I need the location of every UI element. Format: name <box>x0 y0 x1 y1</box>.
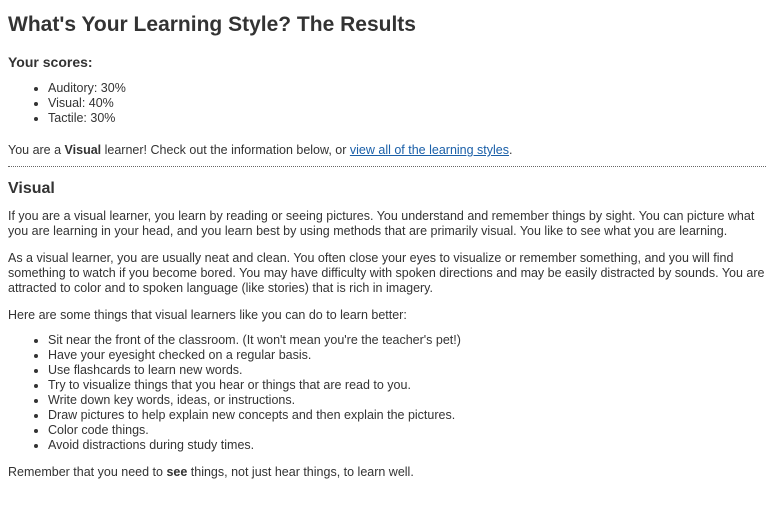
closing-suffix: things, not just hear things, to learn w… <box>187 465 414 479</box>
section-divider <box>8 166 766 167</box>
tip-item: Avoid distractions during study times. <box>48 438 766 453</box>
scores-list: Auditory: 30% Visual: 40% Tactile: 30% <box>8 81 766 126</box>
section-heading: Visual <box>8 180 55 197</box>
page-title: What's Your Learning Style? The Results <box>8 13 416 36</box>
result-style: Visual <box>64 143 102 157</box>
scores-heading: Your scores: <box>8 54 93 70</box>
description-paragraph-1: If you are a visual learner, you learn b… <box>8 209 755 238</box>
score-item-auditory: Auditory: 30% <box>48 81 766 96</box>
result-suffix: . <box>509 143 513 157</box>
description-paragraph-2: As a visual learner, you are usually nea… <box>8 251 765 295</box>
tips-list: Sit near the front of the classroom. (It… <box>8 333 766 453</box>
closing-remark: Remember that you need to see things, no… <box>8 465 766 480</box>
result-summary: You are a Visual learner! Check out the … <box>8 143 766 158</box>
score-item-visual: Visual: 40% <box>48 96 766 111</box>
tip-item: Write down key words, ideas, or instruct… <box>48 393 766 408</box>
closing-emphasis: see <box>166 465 188 479</box>
results-page: What's Your Learning Style? The Results … <box>0 0 774 480</box>
tip-item: Sit near the front of the classroom. (It… <box>48 333 766 348</box>
tip-item: Color code things. <box>48 423 766 438</box>
tips-intro: Here are some things that visual learner… <box>8 308 407 322</box>
score-item-tactile: Tactile: 30% <box>48 111 766 126</box>
closing-prefix: Remember that you need to <box>8 465 167 479</box>
tip-item: Try to visualize things that you hear or… <box>48 378 766 393</box>
tip-item: Use flashcards to learn new words. <box>48 363 766 378</box>
view-all-styles-link[interactable]: view all of the learning styles <box>350 143 509 157</box>
tip-item: Have your eyesight checked on a regular … <box>48 348 766 363</box>
tip-item: Draw pictures to help explain new concep… <box>48 408 766 423</box>
result-prefix: You are a <box>8 143 65 157</box>
result-middle: learner! Check out the information below… <box>101 143 350 157</box>
